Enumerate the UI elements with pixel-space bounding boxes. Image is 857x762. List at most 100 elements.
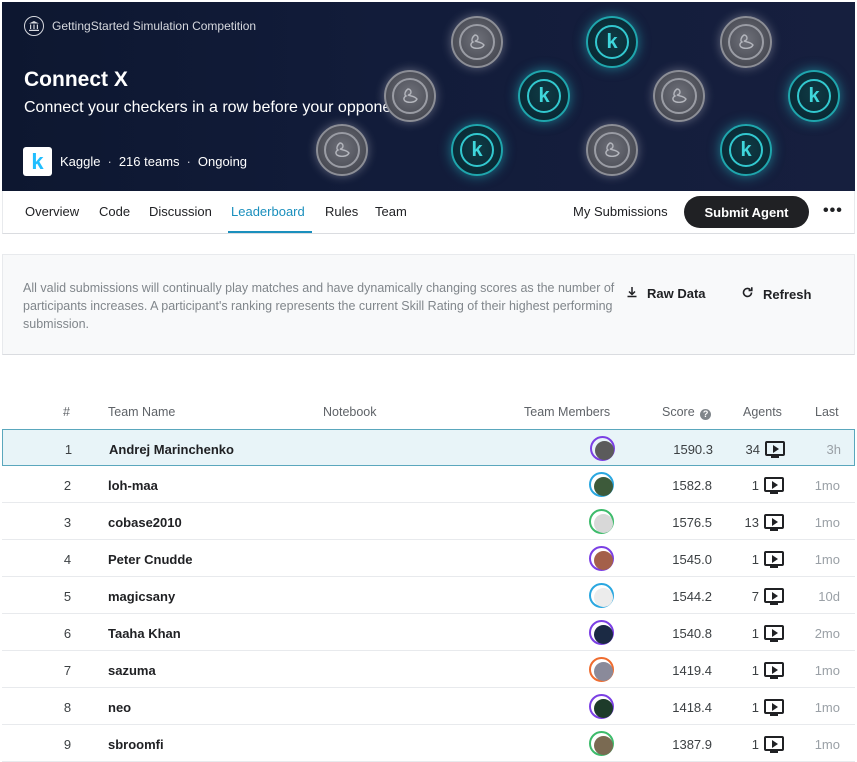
table-row[interactable]: 6 Taaha Khan 1540.8 1 2mo [2,614,855,651]
kaggle-coin-icon: k [720,124,772,176]
table-row[interactable]: 3 cobase2010 1576.5 13 1mo [2,503,855,540]
competition-type-label: GettingStarted Simulation Competition [52,19,257,33]
kaggle-logo-icon[interactable]: k [23,147,52,176]
competition-nav: Overview Code Discussion Leaderboard Rul… [2,191,855,234]
col-score-label: Score [662,405,695,419]
competition-meta: k Kaggle · 216 teams · Ongoing [23,147,247,176]
watch-replay-icon[interactable] [764,662,784,679]
avatar[interactable] [589,694,614,719]
col-last: Last [815,405,839,419]
last-submission-cell: 1mo [814,552,840,567]
team-name-link[interactable]: cobase2010 [108,515,182,530]
team-name-link[interactable]: loh-maa [108,478,158,493]
meta-separator: · [107,154,112,169]
avatar[interactable] [590,436,615,461]
table-row[interactable]: 2 loh-maa 1582.8 1 1mo [2,466,855,503]
team-count: 216 teams [118,154,180,169]
col-rank[interactable]: # [63,405,70,419]
score-cell: 1545.0 [672,552,712,567]
col-agents: Agents [743,405,782,419]
tab-discussion[interactable]: Discussion [149,204,212,219]
col-score[interactable]: Score ? [662,405,712,420]
last-submission-cell: 1mo [814,515,840,530]
watch-replay-icon[interactable] [764,699,784,716]
agents-count: 1 [751,552,759,567]
my-submissions-link[interactable]: My Submissions [573,204,668,219]
score-cell: 1544.2 [672,589,712,604]
team-name-link[interactable]: magicsany [108,589,175,604]
avatar[interactable] [589,657,614,682]
submit-agent-button[interactable]: Submit Agent [684,196,809,228]
help-icon[interactable]: ? [700,409,712,420]
agents-count: 7 [751,589,759,604]
team-name-link[interactable]: Peter Cnudde [108,552,193,567]
score-cell: 1418.4 [672,700,712,715]
table-row[interactable]: 1 Andrej Marinchenko 1590.3 34 3h [2,429,855,466]
team-name-link[interactable]: sbroomfi [108,737,164,752]
score-cell: 1582.8 [672,478,712,493]
leaderboard-info-panel: All valid submissions will continually p… [2,254,855,355]
tab-overview[interactable]: Overview [25,204,79,219]
agents-count: 1 [751,700,759,715]
kaggle-coin-icon: k [451,124,503,176]
table-row[interactable]: 8 neo 1418.4 1 1mo [2,688,855,725]
watch-replay-icon[interactable] [764,477,784,494]
watch-replay-icon[interactable] [764,588,784,605]
avatar[interactable] [589,583,614,608]
team-name-link[interactable]: Taaha Khan [108,626,181,641]
refresh-label: Refresh [763,286,812,302]
score-cell: 1540.8 [672,626,712,641]
table-row[interactable]: 5 magicsany 1544.2 7 10d [2,577,855,614]
team-name-link[interactable]: Andrej Marinchenko [109,442,234,457]
score-cell: 1576.5 [672,515,712,530]
last-submission-cell: 1mo [814,700,840,715]
avatar[interactable] [589,509,614,534]
last-submission-cell: 1mo [814,737,840,752]
duck-coin-icon [384,70,436,122]
leaderboard-description: All valid submissions will continually p… [23,281,615,331]
raw-data-button[interactable]: Raw Data [626,286,706,301]
tab-leaderboard[interactable]: Leaderboard [231,204,305,219]
competition-type: GettingStarted Simulation Competition [24,16,256,36]
watch-replay-icon[interactable] [764,514,784,531]
watch-replay-icon[interactable] [764,625,784,642]
duck-coin-icon [653,70,705,122]
kaggle-coin-icon: k [518,70,570,122]
refresh-button[interactable]: Refresh [741,286,811,302]
host-link[interactable]: Kaggle [60,154,100,169]
more-options-icon[interactable]: ••• [823,202,843,220]
team-name-link[interactable]: sazuma [108,663,156,678]
table-row[interactable]: 4 Peter Cnudde 1545.0 1 1mo [2,540,855,577]
duck-coin-icon [451,16,503,68]
agents-count: 1 [751,478,759,493]
watch-replay-icon[interactable] [764,551,784,568]
avatar[interactable] [589,731,614,756]
agents-count: 1 [751,663,759,678]
kaggle-coin-icon: k [586,16,638,68]
avatar[interactable] [589,472,614,497]
leaderboard-header: # Team Name Notebook Team Members Score … [2,405,855,427]
col-team-name[interactable]: Team Name [108,405,175,419]
last-submission-cell: 1mo [814,663,840,678]
team-name-link[interactable]: neo [108,700,131,715]
duck-coin-icon [720,16,772,68]
last-submission-cell: 1mo [814,478,840,493]
avatar[interactable] [589,546,614,571]
watch-replay-icon[interactable] [764,736,784,753]
tab-rules[interactable]: Rules [325,204,358,219]
competition-header: GettingStarted Simulation Competition Co… [2,2,855,191]
download-icon [626,286,638,301]
tab-team[interactable]: Team [375,204,407,219]
table-row[interactable]: 7 sazuma 1419.4 1 1mo [2,651,855,688]
kaggle-coin-icon: k [788,70,840,122]
tab-code[interactable]: Code [99,204,130,219]
watch-replay-icon[interactable] [765,441,785,458]
institution-icon [24,16,44,36]
raw-data-label: Raw Data [647,286,706,301]
avatar[interactable] [589,620,614,645]
last-submission-cell: 3h [826,442,841,457]
page-subtitle: Connect your checkers in a row before yo… [24,99,410,116]
table-row[interactable]: 9 sbroomfi 1387.9 1 1mo [2,725,855,762]
agents-count: 13 [744,515,759,530]
score-cell: 1419.4 [672,663,712,678]
